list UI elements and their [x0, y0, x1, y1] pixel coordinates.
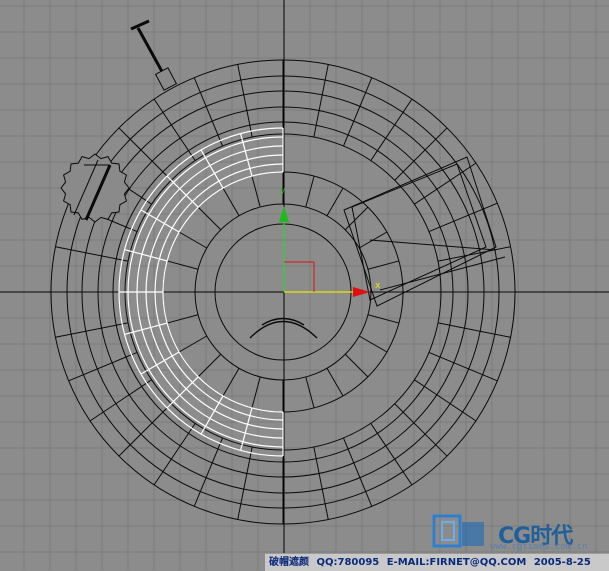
- cg-logo-icon: [432, 514, 484, 548]
- viewport-canvas[interactable]: y x: [0, 0, 609, 570]
- viewport-top[interactable]: y x CG时代 www.cgtimes.com.cn: [0, 0, 609, 570]
- qq-label: QQ:780095: [316, 557, 380, 568]
- box-object: [343, 156, 506, 307]
- watermark-logo: CG时代 www.cgtimes.com.cn: [432, 512, 609, 552]
- logo-url: www.cgtimes.com.cn: [490, 542, 588, 552]
- grid: [0, 0, 609, 570]
- gizmo-x-label: x: [375, 281, 381, 291]
- status-bar: 破帽遮颜 QQ:780095 E-MAIL:FIRNET@QQ.COM 2005…: [265, 553, 609, 571]
- gizmo-y-label: y: [280, 186, 286, 196]
- gear-object: [60, 153, 130, 223]
- date-label: 2005-8-25: [533, 557, 591, 568]
- email-label: E-MAIL:FIRNET@QQ.COM: [386, 557, 527, 568]
- author-label: 破帽遮颜: [269, 557, 309, 568]
